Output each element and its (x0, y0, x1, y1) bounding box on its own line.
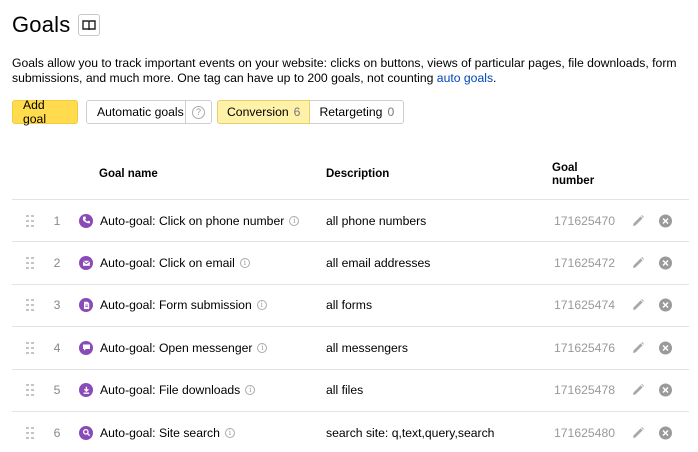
delete-icon[interactable] (659, 426, 672, 440)
info-icon[interactable]: i (289, 215, 300, 226)
goal-description: all phone numbers (326, 213, 427, 228)
row-index: 6 (53, 425, 61, 440)
column-description: Description (326, 168, 390, 180)
edit-pencil-icon[interactable] (631, 426, 645, 440)
delete-icon[interactable] (659, 298, 672, 312)
table-body: 1 Auto-goal: Click on phone number i all ph… (12, 200, 689, 452)
row-index: 1 (53, 213, 61, 228)
drag-handle-icon[interactable] (26, 341, 34, 354)
column-goal-number-line1: Goal (552, 162, 578, 174)
form-icon (79, 298, 93, 313)
goal-name: Auto-goal: Open messenger i (100, 340, 268, 355)
goal-name-text: Auto-goal: Form submission (100, 298, 252, 313)
goal-type-tabs: Conversion 6 Retargeting 0 (217, 100, 405, 124)
download-icon (79, 383, 93, 398)
goal-description: search site: q,text,query,search (326, 425, 495, 440)
table-header: Goal name Description Goal number (12, 156, 689, 200)
tab-retargeting[interactable]: Retargeting 0 (310, 100, 405, 124)
goal-number: 171625474 (554, 298, 616, 313)
tab-label: Retargeting (319, 105, 383, 119)
goal-name: Auto-goal: File downloads i (100, 383, 256, 398)
column-goal-number: Goal number (552, 162, 612, 188)
column-goal-name: Goal name (99, 168, 158, 180)
intro-text: Goals allow you to track important event… (12, 56, 692, 86)
edit-pencil-icon[interactable] (631, 383, 645, 397)
drag-handle-icon[interactable] (26, 299, 34, 312)
row-index: 5 (53, 383, 61, 398)
goal-number: 171625472 (554, 256, 616, 271)
goal-number: 171625480 (554, 425, 616, 440)
delete-icon[interactable] (659, 256, 672, 270)
delete-icon[interactable] (659, 383, 672, 397)
drag-handle-icon[interactable] (26, 384, 34, 397)
column-goal-number-line2: number (552, 175, 595, 187)
goal-name-text: Auto-goal: Open messenger (100, 340, 253, 355)
info-icon[interactable]: i (256, 300, 267, 311)
table-row: 1 Auto-goal: Click on phone number i all ph… (12, 200, 689, 243)
phone-icon (79, 213, 93, 228)
goal-name: Auto-goal: Form submission i (100, 298, 267, 312)
question-icon: ? (192, 105, 205, 119)
drag-handle-icon[interactable] (26, 426, 34, 439)
drag-handle-icon[interactable] (26, 214, 34, 227)
info-icon[interactable]: i (257, 342, 268, 353)
page-title: Goals (12, 12, 71, 37)
goal-controls: Add goal Automatic goals ? Conversion 6 … (12, 98, 405, 126)
automatic-goals-label: Automatic goals (97, 105, 184, 119)
edit-pencil-icon[interactable] (631, 256, 645, 270)
row-index: 3 (53, 298, 61, 313)
delete-icon[interactable] (659, 214, 672, 228)
edit-pencil-icon[interactable] (631, 214, 645, 228)
table-row: 3 Auto-goal: Form submission i all forms 171… (12, 285, 689, 328)
tab-count: 0 (387, 105, 395, 119)
page-header: Goals (12, 10, 101, 40)
goal-description: all email addresses (326, 256, 431, 271)
goal-name: Auto-goal: Click on phone number i (100, 213, 300, 228)
info-icon[interactable]: i (245, 385, 256, 396)
delete-icon[interactable] (659, 341, 672, 355)
intro-body: Goals allow you to track important event… (12, 56, 677, 85)
table-row: 6 Auto-goal: Site search i search site: q,t… (12, 412, 689, 452)
row-index: 2 (53, 256, 61, 271)
table-row: 4 Auto-goal: Open messenger i all messenger… (12, 327, 689, 370)
goal-number: 171625478 (554, 383, 616, 398)
drag-handle-icon[interactable] (26, 257, 34, 270)
automatic-goals-button[interactable]: Automatic goals ? (86, 100, 212, 124)
goal-number: 171625470 (554, 213, 616, 228)
goal-number: 171625476 (554, 340, 616, 355)
add-goal-button[interactable]: Add goal (12, 98, 78, 126)
goal-description: all messengers (326, 340, 408, 355)
tab-label: Conversion (227, 105, 289, 119)
tab-count: 6 (293, 105, 301, 119)
goals-table: Goal name Description Goal number 1 Auto-… (12, 156, 689, 452)
auto-goals-link[interactable]: auto goals (437, 71, 493, 85)
tab-conversion[interactable]: Conversion 6 (217, 100, 311, 124)
goal-name-text: Auto-goal: Site search (100, 425, 220, 440)
book-icon[interactable] (78, 14, 101, 36)
goal-name-text: Auto-goal: File downloads (100, 383, 241, 398)
info-icon[interactable]: i (239, 258, 250, 269)
messenger-icon (79, 340, 93, 355)
intro-end: . (493, 71, 497, 85)
row-index: 4 (53, 340, 61, 355)
goal-name-text: Auto-goal: Click on phone number (100, 213, 285, 228)
table-row: 2 Auto-goal: Click on email i all email add… (12, 242, 689, 285)
goal-description: all forms (326, 298, 373, 313)
edit-pencil-icon[interactable] (631, 341, 645, 355)
goal-name: Auto-goal: Site search i (100, 426, 235, 440)
goal-description: all files (326, 383, 364, 398)
edit-pencil-icon[interactable] (631, 298, 645, 312)
help-button[interactable]: ? (185, 101, 211, 123)
table-row: 5 Auto-goal: File downloads i all files 1716… (12, 370, 689, 412)
goal-name: Auto-goal: Click on email i (100, 256, 250, 270)
goal-name-text: Auto-goal: Click on email (100, 256, 235, 271)
search-icon (79, 425, 93, 440)
email-icon (79, 256, 93, 271)
info-icon[interactable]: i (224, 427, 235, 438)
